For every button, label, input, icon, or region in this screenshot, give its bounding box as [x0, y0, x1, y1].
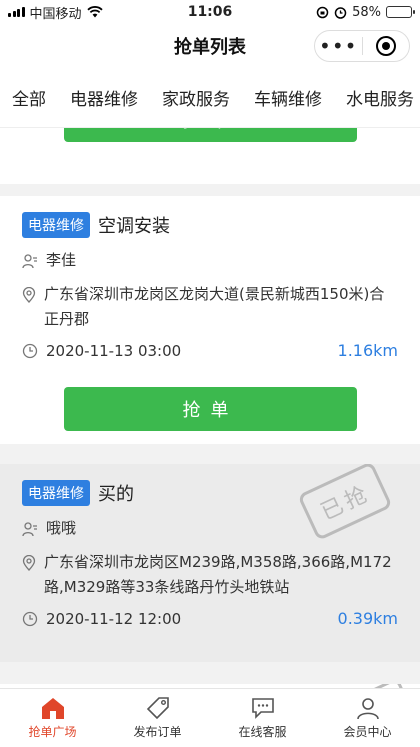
- bottom-tab-label: 在线客服: [238, 725, 287, 739]
- contact-name: 李佳: [46, 251, 77, 269]
- chat-icon: [251, 698, 274, 719]
- location-icon: [22, 287, 36, 303]
- tab-appliance-repair[interactable]: 电器维修: [58, 85, 150, 110]
- tag-icon: [146, 697, 169, 720]
- order-address: 广东省深圳市龙岗区M239路,M358路,366路,M172路,M329路等33…: [44, 553, 392, 596]
- battery-icon: [386, 6, 415, 18]
- grab-order-button[interactable]: 抢单: [64, 128, 357, 142]
- battery-percent: 58%: [352, 4, 381, 20]
- order-title: 买的: [98, 484, 134, 505]
- order-time: 2020-11-12 12:00: [46, 609, 182, 628]
- wifi-icon: [86, 6, 103, 18]
- user-icon: [356, 698, 379, 720]
- tab-all[interactable]: 全部: [0, 85, 58, 110]
- category-tabs: 全部 电器维修 家政服务 车辆维修 水电服务: [0, 68, 420, 128]
- bottom-tab-label: 发布订单: [133, 725, 182, 739]
- order-title: 空调安装: [98, 216, 170, 237]
- order-time: 2020-11-13 03:00: [46, 341, 182, 360]
- order-card[interactable]: 电器维修 空调安装 李佳 广东省深圳市龙岗区龙岗大道(景民新城西150米)合正丹…: [0, 196, 420, 444]
- carrier-label: 中国移动: [29, 6, 82, 22]
- order-distance: 1.16km: [337, 341, 398, 360]
- status-bar: 中国移动 11:06 58%: [0, 0, 420, 24]
- bottom-tab-label: 抢单广场: [28, 725, 77, 739]
- tab-housekeeping[interactable]: 家政服务: [150, 85, 242, 110]
- bottom-tab-member-center[interactable]: 会员中心: [315, 689, 420, 747]
- close-mini-program-button[interactable]: [363, 36, 410, 56]
- bottom-tab-bar: 抢单广场 发布订单 在线客服 会员中心: [0, 688, 420, 747]
- order-card: 抢单: [0, 128, 420, 184]
- page-title: 抢单列表: [174, 37, 246, 58]
- orientation-lock-icon: [316, 6, 329, 18]
- contact-icon: [22, 522, 37, 537]
- more-icon[interactable]: •••: [315, 36, 362, 56]
- tab-plumbing-electric[interactable]: 水电服务: [334, 85, 420, 110]
- home-icon: [41, 698, 64, 719]
- category-tag: 电器维修: [22, 212, 90, 238]
- contact-name: 哦哦: [46, 519, 77, 537]
- bottom-tab-online-service[interactable]: 在线客服: [210, 689, 315, 747]
- bottom-tab-publish-order[interactable]: 发布订单: [105, 689, 210, 747]
- order-address: 广东省深圳市龙岗区龙岗大道(景民新城西150米)合正丹郡: [44, 285, 385, 328]
- tab-vehicle-repair[interactable]: 车辆维修: [242, 85, 334, 110]
- category-tag: 电器维修: [22, 480, 90, 506]
- bottom-tab-grab-square[interactable]: 抢单广场: [0, 689, 105, 747]
- clock-icon: [22, 611, 38, 626]
- order-list[interactable]: 抢单 电器维修 空调安装 李佳 广东省深圳市龙岗区龙岗: [0, 128, 420, 688]
- location-icon: [22, 555, 36, 571]
- order-card[interactable]: 电器维修 买的 哦哦 广东省深圳市龙岗区M239路,M358路,366路,M17…: [0, 464, 420, 662]
- clock-icon: [22, 343, 38, 358]
- nav-bar: 抢单列表 •••: [0, 24, 420, 68]
- bottom-tab-label: 会员中心: [343, 725, 392, 739]
- contact-icon: [22, 254, 37, 269]
- signal-icon: [8, 7, 25, 17]
- target-icon: [375, 36, 396, 56]
- order-distance: 0.39km: [337, 609, 398, 628]
- grab-order-button[interactable]: 抢单: [64, 387, 357, 431]
- alarm-icon: [334, 6, 347, 19]
- mini-program-capsule: •••: [314, 30, 410, 62]
